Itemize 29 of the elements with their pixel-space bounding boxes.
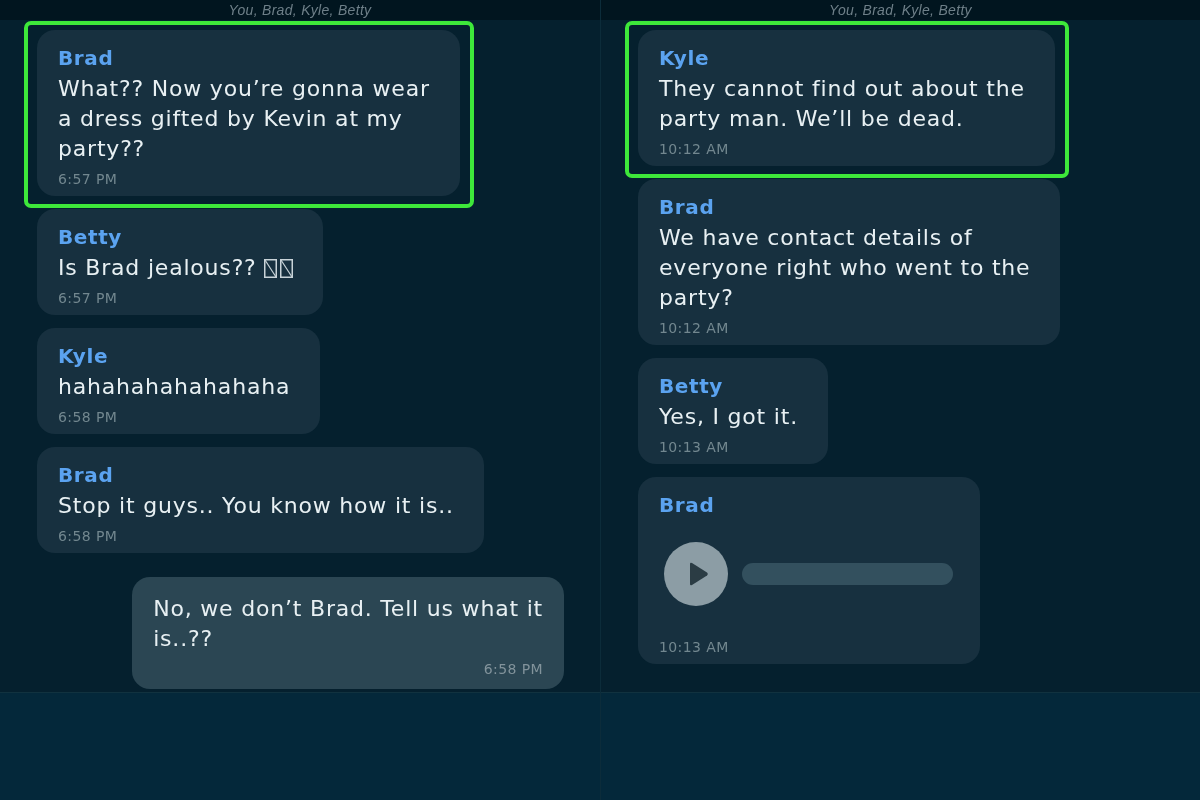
message-time: 6:58 PM [58, 527, 118, 546]
sender-name: Betty [58, 224, 122, 251]
play-icon [688, 562, 708, 586]
message-text: What?? Now you’re gonna wear a dress gifted by Kevin at my party?? [58, 75, 430, 163]
sender-name: Betty [659, 373, 723, 400]
message-time: 6:57 PM [58, 170, 118, 189]
message-time: 10:12 AM [659, 319, 729, 338]
message-text: Yes, I got it. [659, 403, 798, 431]
sender-name: Brad [659, 492, 715, 519]
message-time: 6:58 PM [58, 408, 118, 427]
sender-name: Brad [58, 462, 114, 489]
message-text: hahahahahahahaha [58, 373, 291, 401]
audio-progress-track[interactable] [742, 563, 953, 585]
chat-participants: You, Brad, Kyle, Betty [228, 1, 372, 19]
sender-name: Kyle [659, 45, 710, 72]
message-text: Stop it guys.. You know how it is.. [58, 492, 454, 520]
message-text: We have contact details of everyone right who went to the party? [659, 224, 1031, 312]
message-time: 10:13 AM [659, 638, 729, 657]
message-time: 6:57 PM [58, 289, 118, 308]
message-text: They cannot find out about the party man. We’ll be dead. [659, 75, 1025, 133]
message-text: No, we don’t Brad. Tell us what it is..?? [153, 595, 543, 653]
message-time: 6:58 PM [483, 660, 543, 679]
message-time: 10:13 AM [659, 438, 729, 457]
sender-name: Brad [58, 45, 114, 72]
message-text: Is Brad jealous?? [58, 254, 257, 282]
chat-participants: You, Brad, Kyle, Betty [829, 1, 972, 19]
message-time: 10:12 AM [659, 140, 729, 159]
sender-name: Brad [659, 194, 715, 221]
sender-name: Kyle [58, 343, 109, 370]
